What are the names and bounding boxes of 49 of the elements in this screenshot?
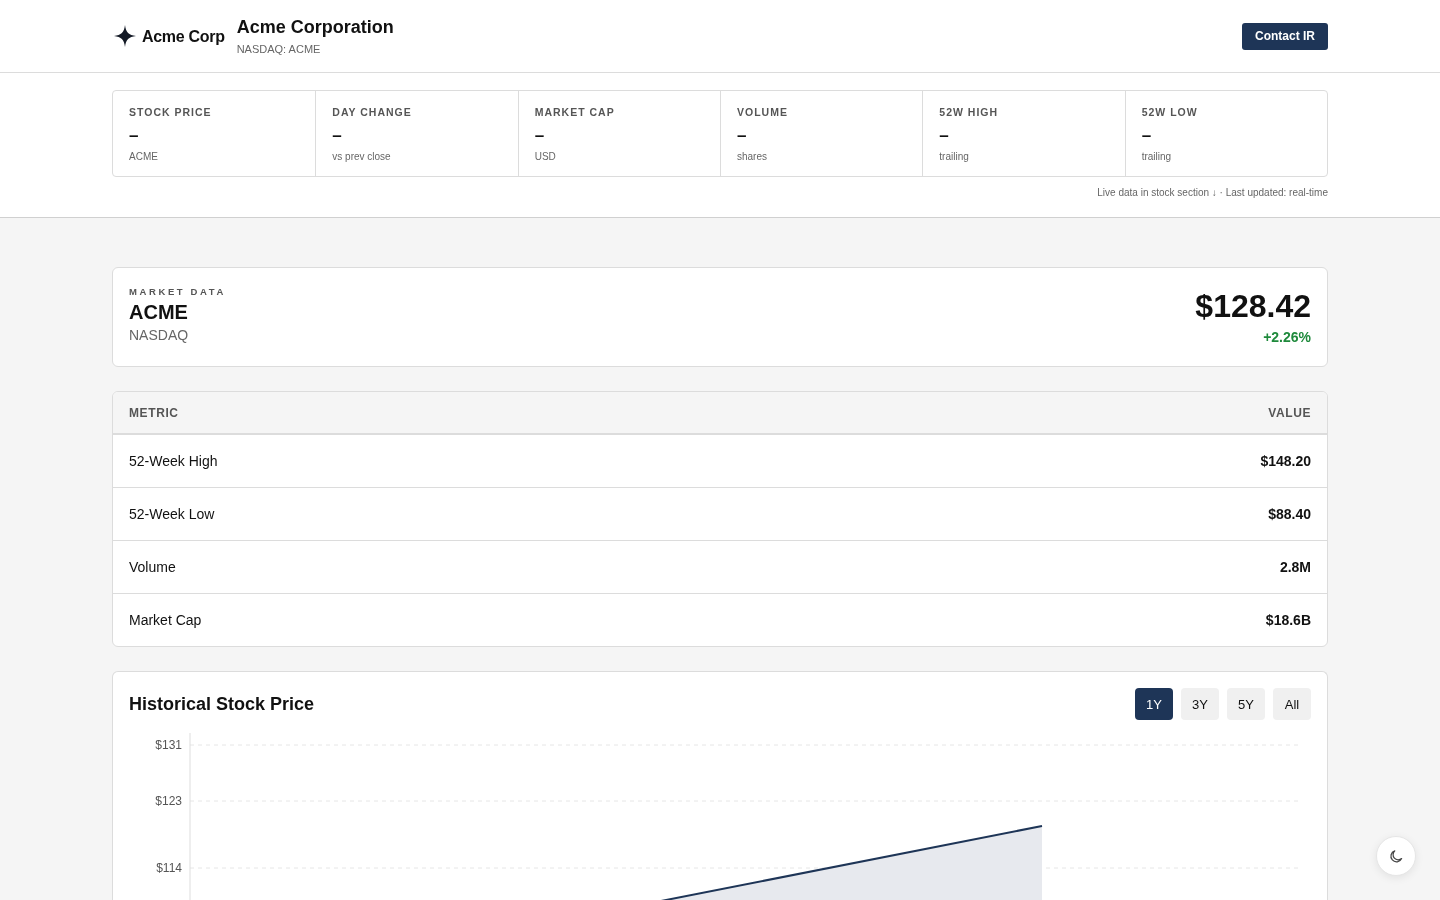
moon-icon [1388, 848, 1404, 864]
metric-value-cell: $148.20 [1260, 453, 1311, 469]
exchange-name: NASDAQ [129, 326, 189, 344]
theme-toggle-button[interactable] [1376, 836, 1416, 876]
metric-name-cell: Volume [129, 559, 176, 575]
metric-name-cell: Market Cap [129, 612, 202, 628]
metric-name-cell: 52-Week High [129, 453, 218, 469]
ticker-symbol: ACME [129, 300, 188, 324]
stat-caption: trailing [939, 151, 969, 163]
stat-value: – [737, 126, 747, 146]
contact-ir-button[interactable]: Contact IR [1242, 22, 1328, 50]
column-header: METRIC [129, 405, 179, 420]
stat-caption: shares [737, 151, 767, 163]
range-tab[interactable]: 5Y [1227, 688, 1265, 720]
stat-label: MARKET CAP [534, 106, 615, 118]
y-axis-label: $123 [155, 794, 182, 808]
stat-label: DAY CHANGE [332, 106, 412, 118]
update-note: Live data in stock section ↓ · Last updated: real-time [1097, 187, 1328, 199]
column-header: VALUE [1268, 405, 1311, 420]
company-title: Acme Corporation [236, 16, 394, 38]
range-tab[interactable]: 3Y [1181, 688, 1219, 720]
stat-label: STOCK PRICE [129, 106, 212, 118]
range-tab[interactable]: All [1273, 688, 1311, 720]
price-change: +2.26% [1263, 328, 1311, 346]
ticker-subtitle: NASDAQ: ACME [236, 42, 322, 56]
stat-caption: vs prev close [332, 151, 391, 163]
star-logo-icon [114, 25, 136, 47]
stat-label: 52W HIGH [939, 106, 999, 118]
stat-caption: trailing [1141, 151, 1172, 163]
y-axis-label: $131 [155, 738, 182, 752]
range-tab[interactable]: 1Y [1135, 688, 1173, 720]
metric-value-cell: $18.6B [1265, 612, 1311, 628]
stat-value: – [332, 126, 342, 146]
logo-text: Acme Corp [142, 28, 225, 46]
metric-name-cell: 52-Week Low [129, 506, 215, 522]
section-eyebrow: MARKET DATA [129, 286, 226, 298]
stat-caption: USD [534, 151, 556, 163]
y-axis-label: $114 [156, 861, 182, 875]
stat-label: VOLUME [737, 106, 788, 118]
chart-title: Historical Stock Price [129, 693, 315, 715]
stat-value: – [939, 126, 949, 146]
metric-value-cell: $88.40 [1268, 506, 1311, 522]
stat-value: – [534, 126, 545, 146]
stock-price: $128.42 [1195, 288, 1311, 324]
stat-value: – [129, 126, 139, 146]
stat-caption: ACME [129, 151, 158, 163]
metric-value-cell: 2.8M [1279, 559, 1311, 575]
stat-value: – [1141, 126, 1152, 146]
stat-label: 52W LOW [1141, 106, 1198, 118]
